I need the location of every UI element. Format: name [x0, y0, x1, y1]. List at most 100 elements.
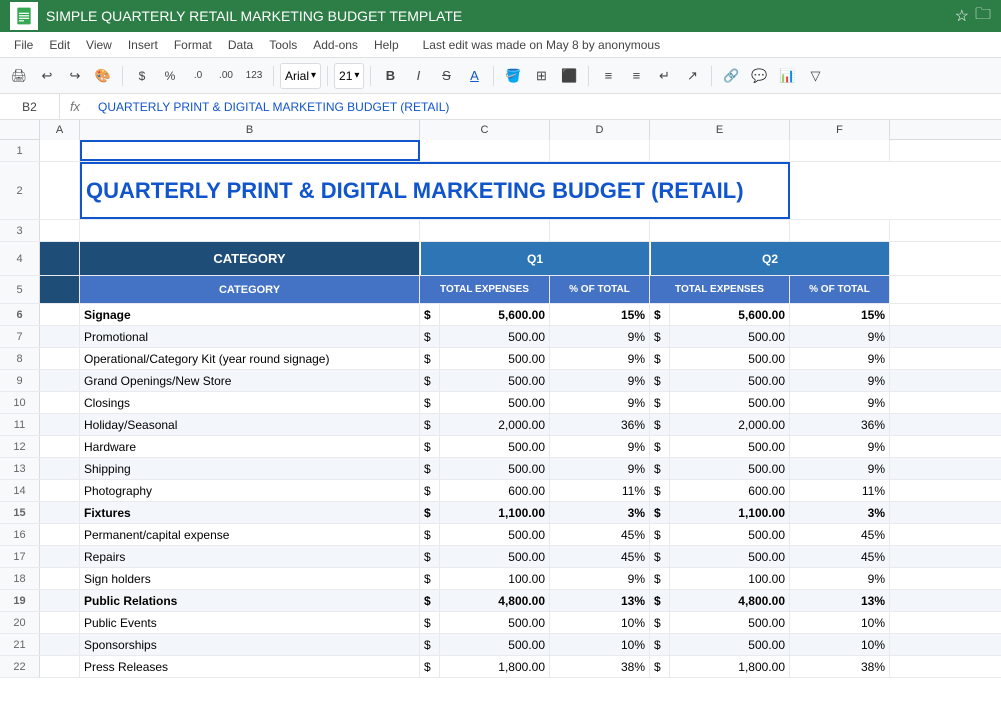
cell-b3[interactable] — [80, 220, 420, 241]
cell-e10-val[interactable]: 500.00 — [670, 392, 790, 413]
cell-d5-pct[interactable]: % OF TOTAL — [550, 276, 650, 303]
cell-c13-val[interactable]: 500.00 — [440, 458, 550, 479]
cell-f10-pct[interactable]: 9% — [790, 392, 890, 413]
cell-b4-category[interactable]: CATEGORY — [80, 242, 420, 275]
cell-a15[interactable] — [40, 502, 80, 523]
cell-f5-pct[interactable]: % OF TOTAL — [790, 276, 890, 303]
cell-d6-pct[interactable]: 15% — [550, 304, 650, 325]
cell-e12-val[interactable]: 500.00 — [670, 436, 790, 457]
cell-a4[interactable] — [40, 242, 80, 275]
cell-a17[interactable] — [40, 546, 80, 567]
cell-c16-dollar[interactable]: $ — [420, 524, 440, 545]
cell-a22[interactable] — [40, 656, 80, 677]
cell-ef4-q2[interactable]: Q2 — [650, 242, 890, 275]
cell-b22-cat[interactable]: Press Releases — [80, 656, 420, 677]
cell-f12-pct[interactable]: 9% — [790, 436, 890, 457]
paint-format-icon[interactable]: 🎨 — [90, 63, 116, 89]
cell-e19-dollar[interactable]: $ — [650, 590, 670, 611]
cell-f11-pct[interactable]: 36% — [790, 414, 890, 435]
cell-c11-val[interactable]: 2,000.00 — [440, 414, 550, 435]
currency-icon[interactable]: $ — [129, 63, 155, 89]
star-icon[interactable]: ☆ — [955, 6, 969, 26]
cell-e6-val[interactable]: 5,600.00 — [670, 304, 790, 325]
cell-b1[interactable] — [80, 140, 420, 161]
cell-d12-pct[interactable]: 9% — [550, 436, 650, 457]
cell-c20-val[interactable]: 500.00 — [440, 612, 550, 633]
filter-button[interactable]: ▽ — [802, 63, 828, 89]
cell-e11-val[interactable]: 2,000.00 — [670, 414, 790, 435]
cell-b10-cat[interactable]: Closings — [80, 392, 420, 413]
cell-c7-val[interactable]: 500.00 — [440, 326, 550, 347]
cell-c9-val[interactable]: 500.00 — [440, 370, 550, 391]
cell-f14-pct[interactable]: 11% — [790, 480, 890, 501]
cell-e9-dollar[interactable]: $ — [650, 370, 670, 391]
cell-e11-dollar[interactable]: $ — [650, 414, 670, 435]
cell-b9-cat[interactable]: Grand Openings/New Store — [80, 370, 420, 391]
cell-b6-cat[interactable]: Signage — [80, 304, 420, 325]
cell-c21-val[interactable]: 500.00 — [440, 634, 550, 655]
cell-d10-pct[interactable]: 9% — [550, 392, 650, 413]
cell-e15-dollar[interactable]: $ — [650, 502, 670, 523]
cell-d7-pct[interactable]: 9% — [550, 326, 650, 347]
cell-b17-cat[interactable]: Repairs — [80, 546, 420, 567]
cell-e3[interactable] — [650, 220, 790, 241]
fill-color-button[interactable]: 🪣 — [500, 63, 526, 89]
redo-icon[interactable]: ↪ — [62, 63, 88, 89]
cell-d3[interactable] — [550, 220, 650, 241]
cell-e16-val[interactable]: 500.00 — [670, 524, 790, 545]
cell-b12-cat[interactable]: Hardware — [80, 436, 420, 457]
cell-c18-val[interactable]: 100.00 — [440, 568, 550, 589]
cell-b11-cat[interactable]: Holiday/Seasonal — [80, 414, 420, 435]
font-dropdown-icon[interactable]: ▾ — [311, 70, 316, 81]
cell-c21-dollar[interactable]: $ — [420, 634, 440, 655]
cell-c12-dollar[interactable]: $ — [420, 436, 440, 457]
cell-c18-dollar[interactable]: $ — [420, 568, 440, 589]
menu-file[interactable]: File — [8, 36, 39, 54]
merge-cells-button[interactable]: ⬛ — [556, 63, 582, 89]
cell-a11[interactable] — [40, 414, 80, 435]
cell-f20-pct[interactable]: 10% — [790, 612, 890, 633]
cell-d22-pct[interactable]: 38% — [550, 656, 650, 677]
cell-b14-cat[interactable]: Photography — [80, 480, 420, 501]
cell-f1[interactable] — [790, 140, 890, 161]
font-size-selector[interactable]: 21 ▾ — [334, 63, 364, 89]
link-button[interactable]: 🔗 — [718, 63, 744, 89]
cell-c15-dollar[interactable]: $ — [420, 502, 440, 523]
cell-e22-val[interactable]: 1,800.00 — [670, 656, 790, 677]
cell-d16-pct[interactable]: 45% — [550, 524, 650, 545]
folder-icon[interactable]: 🗀 — [975, 3, 991, 30]
cell-c15-val[interactable]: 1,100.00 — [440, 502, 550, 523]
cell-d11-pct[interactable]: 36% — [550, 414, 650, 435]
text-wrap-button[interactable]: ↵ — [651, 63, 677, 89]
cell-c13-dollar[interactable]: $ — [420, 458, 440, 479]
cell-e9-val[interactable]: 500.00 — [670, 370, 790, 391]
cell-c10-dollar[interactable]: $ — [420, 392, 440, 413]
decimal2-icon[interactable]: .00 — [213, 63, 239, 89]
cell-b15-cat[interactable]: Fixtures — [80, 502, 420, 523]
cell-e20-dollar[interactable]: $ — [650, 612, 670, 633]
cell-f8-pct[interactable]: 9% — [790, 348, 890, 369]
cell-e10-dollar[interactable]: $ — [650, 392, 670, 413]
cell-a18[interactable] — [40, 568, 80, 589]
cell-c7-dollar[interactable]: $ — [420, 326, 440, 347]
cell-b2-title[interactable]: QUARTERLY PRINT & DIGITAL MARKETING BUDG… — [80, 162, 790, 219]
cell-e1[interactable] — [650, 140, 790, 161]
decimal-icon[interactable]: .0 — [185, 63, 211, 89]
rotate-text-button[interactable]: ↗ — [679, 63, 705, 89]
cell-d1[interactable] — [550, 140, 650, 161]
cell-b7-cat[interactable]: Promotional — [80, 326, 420, 347]
cell-e21-dollar[interactable]: $ — [650, 634, 670, 655]
cell-b18-cat[interactable]: Sign holders — [80, 568, 420, 589]
italic-button[interactable]: I — [405, 63, 431, 89]
cell-e19-val[interactable]: 4,800.00 — [670, 590, 790, 611]
format-123-icon[interactable]: 123 — [241, 63, 267, 89]
cell-e5-total[interactable]: TOTAL EXPENSES — [650, 276, 790, 303]
cell-a1[interactable] — [40, 140, 80, 161]
cell-e14-val[interactable]: 600.00 — [670, 480, 790, 501]
cell-c19-dollar[interactable]: $ — [420, 590, 440, 611]
cell-d14-pct[interactable]: 11% — [550, 480, 650, 501]
cell-c20-dollar[interactable]: $ — [420, 612, 440, 633]
cell-d19-pct[interactable]: 13% — [550, 590, 650, 611]
text-color-button[interactable]: A — [461, 63, 487, 89]
cell-f6-pct[interactable]: 15% — [790, 304, 890, 325]
